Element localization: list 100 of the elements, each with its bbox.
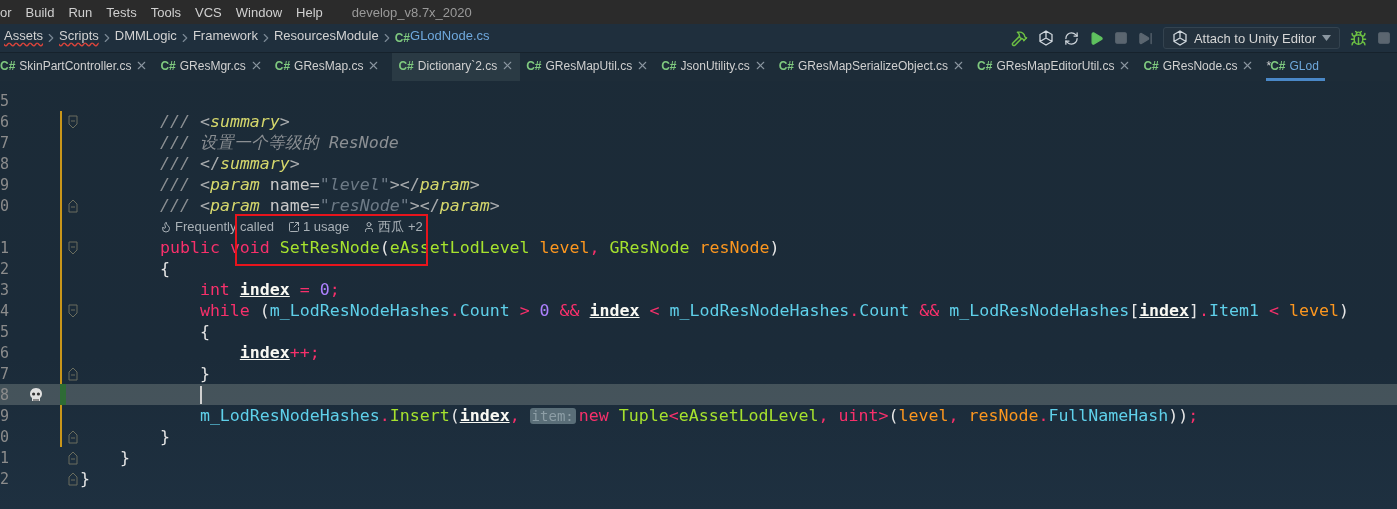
breadcrumb-item[interactable]: GLodNode.cs <box>410 27 490 49</box>
editor-tab[interactable]: C# GResNode.cs <box>1143 53 1261 81</box>
code-vision-hint[interactable]: Frequently called <box>160 217 274 236</box>
line-number: 1 <box>0 238 11 257</box>
line-number: 7 <box>0 133 11 152</box>
modified-mark: * <box>1266 58 1272 73</box>
line-number: 9 <box>0 175 11 194</box>
tab-label: SkinPartController.cs <box>19 58 132 73</box>
csharp-file-icon: C# <box>1143 58 1159 73</box>
tab-label: Dictionary`2.cs <box>417 58 498 73</box>
editor-tab[interactable]: C# GResMapSerializeObject.cs <box>778 53 972 81</box>
line-number: 4 <box>0 301 11 320</box>
line-number: 8 <box>0 154 11 173</box>
unity-icon[interactable] <box>1037 30 1054 46</box>
csharp-file-icon: C# <box>0 58 16 73</box>
editor-tab[interactable]: C# SkinPartController.cs <box>0 53 155 81</box>
code-line: { <box>158 259 170 278</box>
code-line: } <box>118 448 130 467</box>
menu-item[interactable]: Tests <box>99 4 144 20</box>
code-vision-hint[interactable]: 西瓜 +2 <box>363 217 423 236</box>
tab-label: GResMapEditorUtil.cs <box>996 58 1115 73</box>
menu-item[interactable]: Help <box>289 4 330 20</box>
editor-tab[interactable]: C# JsonUtility.cs <box>661 53 773 81</box>
tab-label: GResMgr.cs <box>179 58 246 73</box>
tab-label: GResNode.cs <box>1162 58 1238 73</box>
csharp-file-icon: C# <box>1270 58 1286 73</box>
line-number: 5 <box>0 91 11 110</box>
breadcrumb-item[interactable]: Framework <box>192 27 258 49</box>
code-line: index++; <box>238 343 320 362</box>
line-number: 8 <box>0 385 11 404</box>
tab-label: JsonUtility.cs <box>680 58 750 73</box>
fold-icon[interactable] <box>68 450 78 465</box>
breadcrumb-item[interactable]: Assets <box>4 27 43 49</box>
code-line: while (m_LodResNodeHashes.Count > 0 && index < m_LodResNodeHashes.Count && m_LodResNodeHashes[index].Item1 < level) <box>198 301 1349 320</box>
csharp-file-icon: C# <box>778 58 794 73</box>
fold-icon[interactable] <box>68 240 78 255</box>
line-number: 3 <box>0 280 11 299</box>
menu-item[interactable]: Tools <box>143 4 189 20</box>
code-line: int index = 0; <box>198 280 340 299</box>
code-line: /// <param name="level"></param> <box>158 175 480 194</box>
fold-icon[interactable] <box>68 198 78 213</box>
breadcrumb-item[interactable]: Scripts <box>59 27 99 49</box>
breadcrumb-item[interactable]: DMMLogic <box>114 27 177 49</box>
code-line: /// </summary> <box>158 154 300 173</box>
menu-item[interactable]: VCS <box>188 4 229 20</box>
project-title: develop_v8.7x_2020 <box>351 4 472 20</box>
editor-tab[interactable]: C# GResMgr.cs <box>160 53 269 81</box>
line-number: 0 <box>0 196 11 215</box>
csharp-file-icon: C# <box>526 58 542 73</box>
line-number: 9 <box>0 406 11 425</box>
code-line: } <box>198 364 210 383</box>
menu-item[interactable]: Window <box>228 4 290 20</box>
csharp-file-icon: C# <box>160 58 176 73</box>
tab-label: GResMapSerializeObject.cs <box>798 58 949 73</box>
tab-label: GLod <box>1289 58 1319 73</box>
csharp-file-icon: C# <box>398 58 414 73</box>
code-line: /// 设置一个等级的 ResNode <box>158 131 399 154</box>
skull-icon[interactable] <box>29 386 43 403</box>
line-number: 6 <box>0 112 11 131</box>
bug-icon[interactable] <box>1350 29 1367 47</box>
unity-icon[interactable] <box>1171 30 1188 46</box>
run-config-dropdown[interactable]: Attach to Unity Editor <box>1162 27 1340 49</box>
text-cursor <box>200 385 202 404</box>
tab-label: GResMapUtil.cs <box>545 58 633 73</box>
csharp-file-icon: C# <box>394 31 410 45</box>
menu-item[interactable]: Build <box>18 4 62 20</box>
fold-icon[interactable] <box>68 429 78 444</box>
arrow-icon <box>288 220 300 233</box>
tab-label: GResMap.cs <box>294 58 364 73</box>
fold-icon[interactable] <box>68 303 78 318</box>
line-number: 2 <box>0 259 11 278</box>
editor-tab[interactable]: C# GResMapEditorUtil.cs <box>977 53 1138 81</box>
editor-tab[interactable]: *C# GLod <box>1266 53 1325 81</box>
menu-item[interactable]: or <box>0 4 19 20</box>
fold-icon[interactable] <box>68 471 78 486</box>
play-icon[interactable] <box>1088 30 1104 46</box>
csharp-file-icon: C# <box>661 58 677 73</box>
breadcrumb-item[interactable]: ResourcesModule <box>273 27 379 49</box>
flame-icon <box>160 220 172 233</box>
menu-item[interactable]: Run <box>61 4 100 20</box>
line-number: 6 <box>0 343 11 362</box>
person-icon <box>363 220 376 233</box>
code-vision-hint[interactable]: 1 usage <box>288 217 350 236</box>
code-line: { <box>198 322 210 341</box>
csharp-file-icon: C# <box>977 58 993 73</box>
code-line: } <box>80 469 90 488</box>
editor-tab[interactable]: C# GResMapUtil.cs <box>526 53 656 81</box>
line-number: 5 <box>0 322 11 341</box>
line-number: 7 <box>0 364 11 383</box>
csharp-file-icon: C# <box>274 58 291 73</box>
refresh-icon[interactable] <box>1063 30 1079 46</box>
fold-icon[interactable] <box>68 114 78 129</box>
editor-tab[interactable]: C# GResMap.cs <box>274 53 387 81</box>
line-number: 0 <box>0 427 11 446</box>
fold-icon[interactable] <box>68 366 78 381</box>
line-number: 2 <box>0 469 11 488</box>
editor-tab[interactable]: C# Dictionary`2.cs <box>392 53 521 81</box>
caret-icon <box>1322 35 1331 41</box>
code-line: } <box>158 427 170 446</box>
hammer-icon[interactable] <box>1010 29 1028 47</box>
